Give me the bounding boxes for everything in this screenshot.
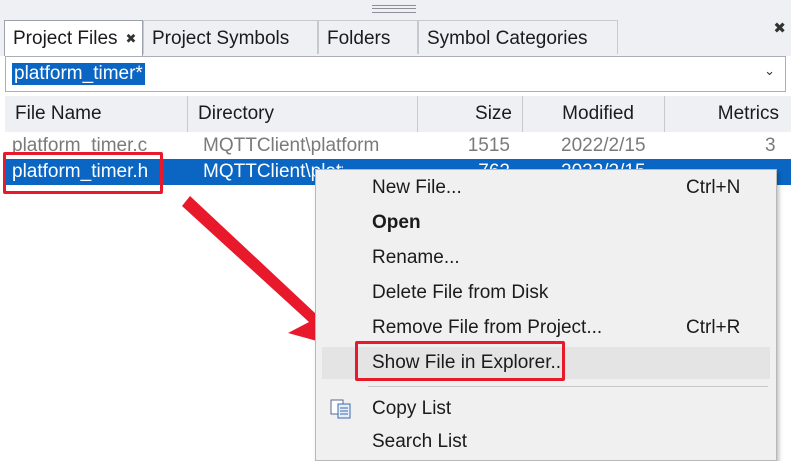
annotation-box-menu-item (355, 341, 565, 381)
menu-item-delete-file[interactable]: Delete File from Disk (316, 277, 774, 309)
menu-item-copy-list[interactable]: Copy List (316, 393, 774, 425)
menu-item-label: Remove File from Project... (372, 317, 603, 338)
menu-separator (368, 386, 768, 387)
copy-list-icon (330, 399, 351, 419)
menu-item-shortcut: Ctrl+N (686, 177, 741, 198)
context-menu: New File... Ctrl+N Open Rename... Delete… (315, 169, 777, 461)
menu-item-label: Search List (372, 431, 468, 452)
menu-item-search-list[interactable]: Search List (316, 426, 774, 458)
menu-item-open[interactable]: Open (316, 207, 774, 239)
menu-item-remove-file[interactable]: Remove File from Project... Ctrl+R (316, 312, 774, 344)
menu-item-rename[interactable]: Rename... (316, 242, 774, 274)
menu-item-new-file[interactable]: New File... Ctrl+N (316, 172, 774, 204)
menu-item-label: Copy List (372, 398, 452, 419)
menu-item-label: New File... (372, 177, 462, 198)
menu-item-label: Delete File from Disk (372, 282, 549, 303)
menu-item-label: Open (372, 212, 421, 233)
menu-item-label: Rename... (372, 247, 460, 268)
menu-item-shortcut: Ctrl+R (686, 317, 741, 338)
